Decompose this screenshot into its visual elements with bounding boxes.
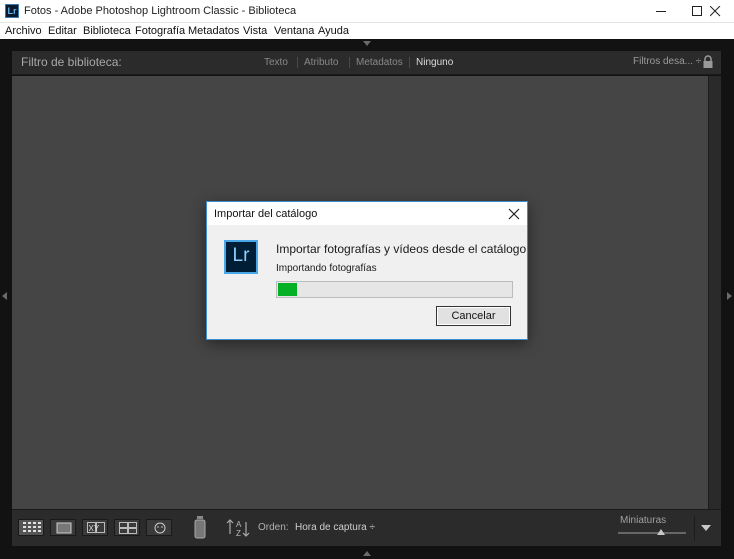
filter-option-texto[interactable]: Texto bbox=[264, 57, 288, 68]
library-toolbar: XY A Z Orden: Hora de captura ÷ Miniatur… bbox=[12, 509, 721, 546]
filter-preset-dropdown[interactable]: Filtros desa... ÷ bbox=[633, 56, 701, 67]
import-status-text: Importando fotografías bbox=[276, 263, 377, 274]
library-filter-bar: Filtro de biblioteca: Texto Atributo Met… bbox=[12, 51, 721, 75]
import-progress-bar bbox=[276, 281, 513, 298]
minimize-icon bbox=[656, 11, 666, 12]
filter-option-ninguno[interactable]: Ninguno bbox=[416, 57, 453, 68]
filter-divider bbox=[409, 57, 410, 68]
progress-bar-fill bbox=[278, 283, 297, 296]
loupe-view-button[interactable] bbox=[50, 519, 76, 536]
thumbnail-size-slider[interactable] bbox=[618, 532, 686, 534]
lightroom-app-icon: Lr bbox=[5, 4, 19, 18]
minimize-button[interactable] bbox=[644, 0, 680, 23]
menu-editar[interactable]: Editar bbox=[48, 25, 77, 37]
menu-biblioteca[interactable]: Biblioteca bbox=[83, 25, 131, 37]
sort-label: Orden: bbox=[258, 522, 289, 533]
toolbar-menu-chevron-icon[interactable] bbox=[701, 525, 711, 531]
menu-archivo[interactable]: Archivo bbox=[5, 25, 42, 37]
dialog-titlebar: Importar del catálogo bbox=[207, 202, 527, 225]
menu-metadatos[interactable]: Metadatos bbox=[188, 25, 239, 37]
lightroom-logo: Lr bbox=[224, 240, 258, 274]
svg-text:Z: Z bbox=[236, 529, 241, 538]
menu-ventana[interactable]: Ventana bbox=[274, 25, 314, 37]
collapse-filmstrip-icon[interactable] bbox=[363, 551, 371, 556]
thumbnail-size-label: Miniaturas bbox=[620, 515, 667, 526]
sort-dropdown[interactable]: Hora de captura ÷ bbox=[295, 522, 375, 533]
face-icon bbox=[154, 522, 166, 534]
survey-view-button[interactable] bbox=[114, 519, 140, 536]
collapse-top-panel-icon[interactable] bbox=[363, 41, 371, 46]
import-catalog-dialog: Importar del catálogo Lr Importar fotogr… bbox=[206, 201, 528, 340]
survey-view-icon bbox=[119, 522, 137, 534]
close-window-button[interactable] bbox=[698, 0, 734, 23]
library-filter-title: Filtro de biblioteca: bbox=[21, 55, 122, 69]
grid-view-button[interactable] bbox=[18, 519, 44, 536]
painter-spray-icon[interactable] bbox=[192, 516, 208, 540]
menu-fotografia[interactable]: Fotografía bbox=[135, 25, 185, 37]
close-icon bbox=[710, 6, 721, 17]
dialog-heading: Importar fotografías y vídeos desde el c… bbox=[276, 242, 527, 256]
window-title: Fotos - Adobe Photoshop Lightroom Classi… bbox=[24, 5, 297, 17]
grid-scrollbar[interactable] bbox=[708, 76, 721, 509]
menu-ayuda[interactable]: Ayuda bbox=[318, 25, 349, 37]
collapse-right-panel-icon[interactable] bbox=[727, 292, 732, 300]
lock-icon[interactable] bbox=[702, 55, 714, 69]
window-titlebar: Lr Fotos - Adobe Photoshop Lightroom Cla… bbox=[0, 0, 734, 23]
dialog-title: Importar del catálogo bbox=[214, 208, 318, 220]
menu-vista[interactable]: Vista bbox=[243, 25, 267, 37]
compare-view-icon: XY bbox=[87, 522, 105, 533]
compare-view-label: XY bbox=[89, 524, 100, 533]
filter-option-metadatos[interactable]: Metadatos bbox=[356, 57, 403, 68]
thumbnail-slider-knob[interactable] bbox=[657, 529, 665, 535]
collapse-left-panel-icon[interactable] bbox=[2, 292, 7, 300]
grid-view-icon bbox=[23, 522, 41, 532]
people-view-button[interactable] bbox=[146, 519, 172, 536]
filter-divider bbox=[349, 57, 350, 68]
filter-option-atributo[interactable]: Atributo bbox=[304, 57, 338, 68]
compare-view-button[interactable]: XY bbox=[82, 519, 108, 536]
loupe-view-icon bbox=[56, 522, 72, 534]
svg-text:A: A bbox=[236, 520, 242, 529]
menu-bar: Archivo Editar Biblioteca Fotografía Met… bbox=[0, 23, 734, 39]
filter-divider bbox=[297, 57, 298, 68]
dialog-close-icon[interactable] bbox=[507, 207, 521, 221]
cancel-button[interactable]: Cancelar bbox=[436, 306, 511, 326]
sort-direction-icon[interactable]: A Z bbox=[226, 518, 250, 538]
toolbar-divider bbox=[694, 516, 695, 541]
